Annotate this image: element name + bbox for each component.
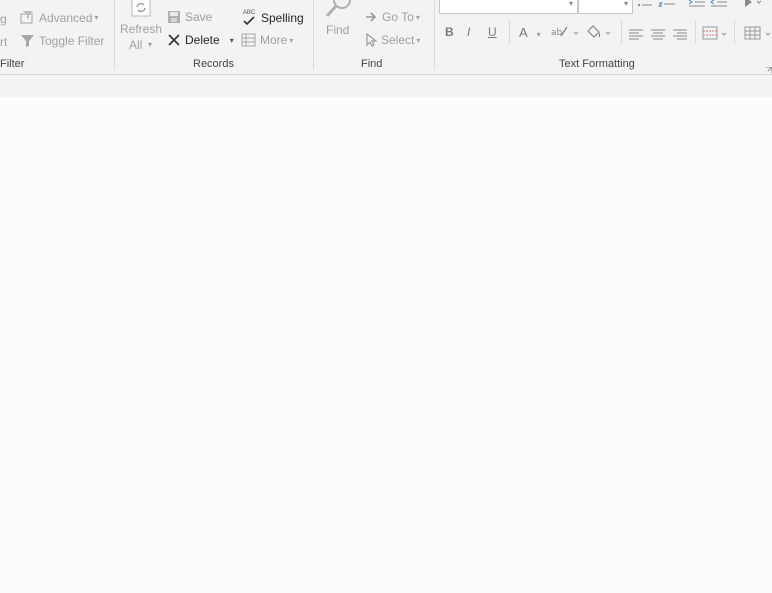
more-icon (241, 33, 256, 47)
group-separator (114, 0, 115, 70)
highlight-icon[interactable]: ab (551, 26, 581, 45)
more-button[interactable]: More ▾ (241, 33, 293, 47)
chevron-down-icon: ▾ (289, 35, 294, 45)
toggle-filter-label: Toggle Filter (39, 33, 105, 48)
align-left-icon[interactable] (628, 28, 644, 46)
delete-icon (167, 33, 181, 47)
goto-icon (365, 11, 378, 23)
chevron-down-icon: ▾ (416, 35, 421, 45)
alt-row-color-icon[interactable] (702, 26, 730, 46)
delete-label: Delete (185, 33, 220, 47)
save-label: Save (185, 10, 213, 24)
group-separator (434, 0, 435, 70)
group-separator (313, 0, 314, 70)
group-label-find: Find (361, 58, 383, 70)
indent-icon[interactable] (688, 0, 706, 13)
partial-label-bottom: rt (0, 35, 8, 49)
divider (734, 20, 735, 44)
refresh-label-2: All (129, 38, 143, 52)
text-direction-icon[interactable] (743, 0, 765, 13)
spelling-button[interactable]: ABC Spelling (241, 10, 304, 26)
ribbon: g rt Advanced ▾ Toggle Filter Filter Ref… (0, 0, 772, 75)
outdent-icon[interactable] (710, 0, 728, 13)
delete-button[interactable]: Delete ▾ (167, 33, 234, 47)
chevron-down-icon: ▾ (415, 12, 420, 22)
bullets-icon[interactable] (637, 0, 653, 13)
align-center-icon[interactable] (650, 28, 666, 46)
refresh-label: Refresh (120, 22, 163, 36)
numbering-icon[interactable] (657, 0, 676, 14)
bold-button[interactable]: B (445, 25, 454, 39)
font-name-box[interactable]: ▾ (439, 0, 578, 14)
find-button[interactable]: Find (322, 0, 356, 44)
select-button[interactable]: Select ▾ (365, 33, 420, 47)
italic-button[interactable]: I (467, 25, 470, 39)
partial-label-top: g (0, 12, 7, 26)
divider (695, 20, 696, 44)
toggle-filter-button[interactable]: Toggle Filter (20, 33, 104, 48)
fill-color-icon[interactable] (585, 25, 615, 44)
select-label: Select (381, 33, 415, 47)
more-label: More (260, 33, 288, 47)
select-icon (365, 33, 377, 47)
advanced-filter-icon (20, 10, 35, 25)
spelling-label: Spelling (261, 11, 304, 25)
chevron-down-icon: ▾ (536, 30, 541, 39)
goto-button[interactable]: Go To ▾ (365, 10, 420, 24)
goto-label: Go To (382, 10, 414, 24)
svg-text:ab: ab (551, 28, 563, 38)
chevron-down-icon: ▾ (623, 0, 628, 8)
gridlines-icon[interactable] (744, 26, 772, 46)
chevron-down-icon: ▾ (148, 40, 153, 49)
group-label-records: Records (193, 58, 234, 70)
divider (621, 20, 622, 44)
find-label: Find (326, 23, 350, 37)
font-size-box[interactable]: ▾ (578, 0, 633, 14)
spelling-icon: ABC (241, 10, 257, 26)
chevron-down-icon: ▾ (94, 13, 99, 22)
tab-strip (0, 75, 772, 97)
document-canvas (0, 97, 772, 593)
group-label-filter: Filter (0, 58, 25, 70)
partial-icon (364, 0, 394, 2)
find-icon (324, 0, 354, 21)
filter-icon (20, 33, 35, 48)
save-button[interactable]: Save (167, 10, 212, 24)
chevron-down-icon: ▾ (568, 0, 573, 8)
refresh-all-button[interactable]: Refresh All ▾ (120, 0, 162, 54)
underline-button[interactable]: U (488, 25, 497, 39)
chevron-down-icon[interactable]: ▾ (230, 36, 234, 45)
font-color-button[interactable]: A ▾ (519, 25, 541, 40)
divider (509, 20, 510, 44)
advanced-button[interactable]: Advanced ▾ (20, 10, 98, 25)
font-color-label: A (519, 25, 527, 40)
save-icon (167, 10, 181, 24)
align-right-icon[interactable] (672, 28, 688, 46)
advanced-label: Advanced (39, 10, 93, 25)
group-label-text-formatting: Text Formatting (559, 58, 635, 70)
refresh-icon (130, 0, 152, 21)
